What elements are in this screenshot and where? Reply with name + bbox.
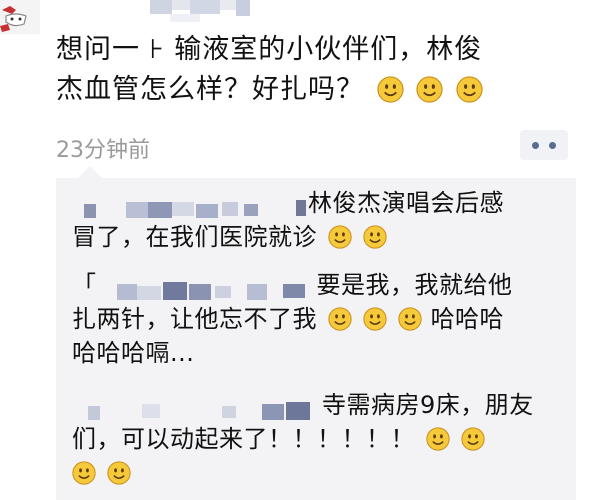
- comment-line: [72, 456, 568, 490]
- smiley-face-icon: [456, 76, 483, 103]
- comment-line: 们，可以动起来了！！！！！！: [72, 422, 568, 456]
- blurred-commenter-name: [97, 268, 317, 302]
- comment-line: 扎两针，让他忘不了我 哈哈哈: [72, 302, 568, 336]
- post-text: 想问一 ⊦ 输液室的小伙伴们，林俊 杰血管怎么样？好扎吗？: [56, 30, 576, 110]
- smiley-face-icon: [376, 76, 404, 103]
- blurred-commenter-name: [72, 388, 322, 422]
- comment-item[interactable]: 寺需病房9床，朋友 们，可以动起来了！！！！！！: [72, 388, 568, 490]
- moments-post-screen: 想问一 ⊦ 输液室的小伙伴们，林俊 杰血管怎么样？好扎吗？ 23分钟前 林俊杰演…: [0, 0, 600, 500]
- comment-line: 林俊杰演唱会后感: [72, 186, 568, 220]
- comment-line: 冒了，在我们医院就诊: [72, 220, 568, 254]
- comment-prefix: 「: [72, 271, 97, 299]
- comment-text: 们，可以动起来了！！！！！！: [72, 425, 415, 453]
- smiley-face-icon: [398, 307, 423, 331]
- comment-line: 寺需病房9床，朋友: [72, 388, 568, 422]
- smiley-face-icon: [328, 307, 352, 331]
- comment-line: 「 要是我，我就给他: [72, 268, 568, 302]
- smiley-face-icon: [328, 225, 352, 249]
- smiley-face-icon: [363, 225, 387, 249]
- comment-line: 哈哈哈嗝...: [72, 339, 195, 367]
- post-text-line-1: 想问一 ⊦ 输液室的小伙伴们，林俊: [56, 34, 483, 65]
- blurred-header: [0, 0, 600, 30]
- post-text-line-2-text: 杰血管怎么样？好扎吗？: [56, 74, 364, 105]
- smiley-face-icon: [426, 427, 450, 451]
- comment-text: 林俊杰演唱会后感: [308, 189, 504, 217]
- smiley-face-icon: [72, 461, 96, 485]
- comment-text: 要是我，我就给他: [316, 271, 513, 299]
- post-timestamp: 23分钟前: [56, 138, 150, 163]
- more-dots-button[interactable]: [520, 130, 568, 160]
- blurred-commenter-name: [72, 186, 308, 220]
- smiley-face-icon: [363, 307, 387, 331]
- comment-text: 寺需病房9床，朋友: [322, 391, 534, 419]
- comment-text: 冒了，在我们医院就诊: [72, 223, 317, 251]
- smiley-face-icon: [461, 427, 485, 451]
- post-text-line-2: 杰血管怎么样？好扎吗？: [56, 70, 576, 110]
- comment-text: 扎两针，让他忘不了我: [72, 305, 317, 333]
- comments-panel: 林俊杰演唱会后感 冒了，在我们医院就诊 「 要是我，我就给他 扎两针，让他忘不了…: [56, 166, 576, 500]
- more-dot-icon: [549, 142, 556, 149]
- more-dot-icon: [532, 142, 539, 149]
- smiley-face-icon: [416, 76, 443, 103]
- smiley-face-icon: [107, 461, 131, 485]
- comment-item[interactable]: 「 要是我，我就给他 扎两针，让他忘不了我 哈哈哈 哈哈哈嗝...: [72, 268, 568, 370]
- avatar-icon: [0, 6, 27, 32]
- post-meta: 23分钟前: [56, 128, 576, 164]
- comment-item[interactable]: 林俊杰演唱会后感 冒了，在我们医院就诊: [72, 186, 568, 254]
- avatar[interactable]: [0, 0, 40, 34]
- comment-text: 哈哈哈: [430, 305, 505, 333]
